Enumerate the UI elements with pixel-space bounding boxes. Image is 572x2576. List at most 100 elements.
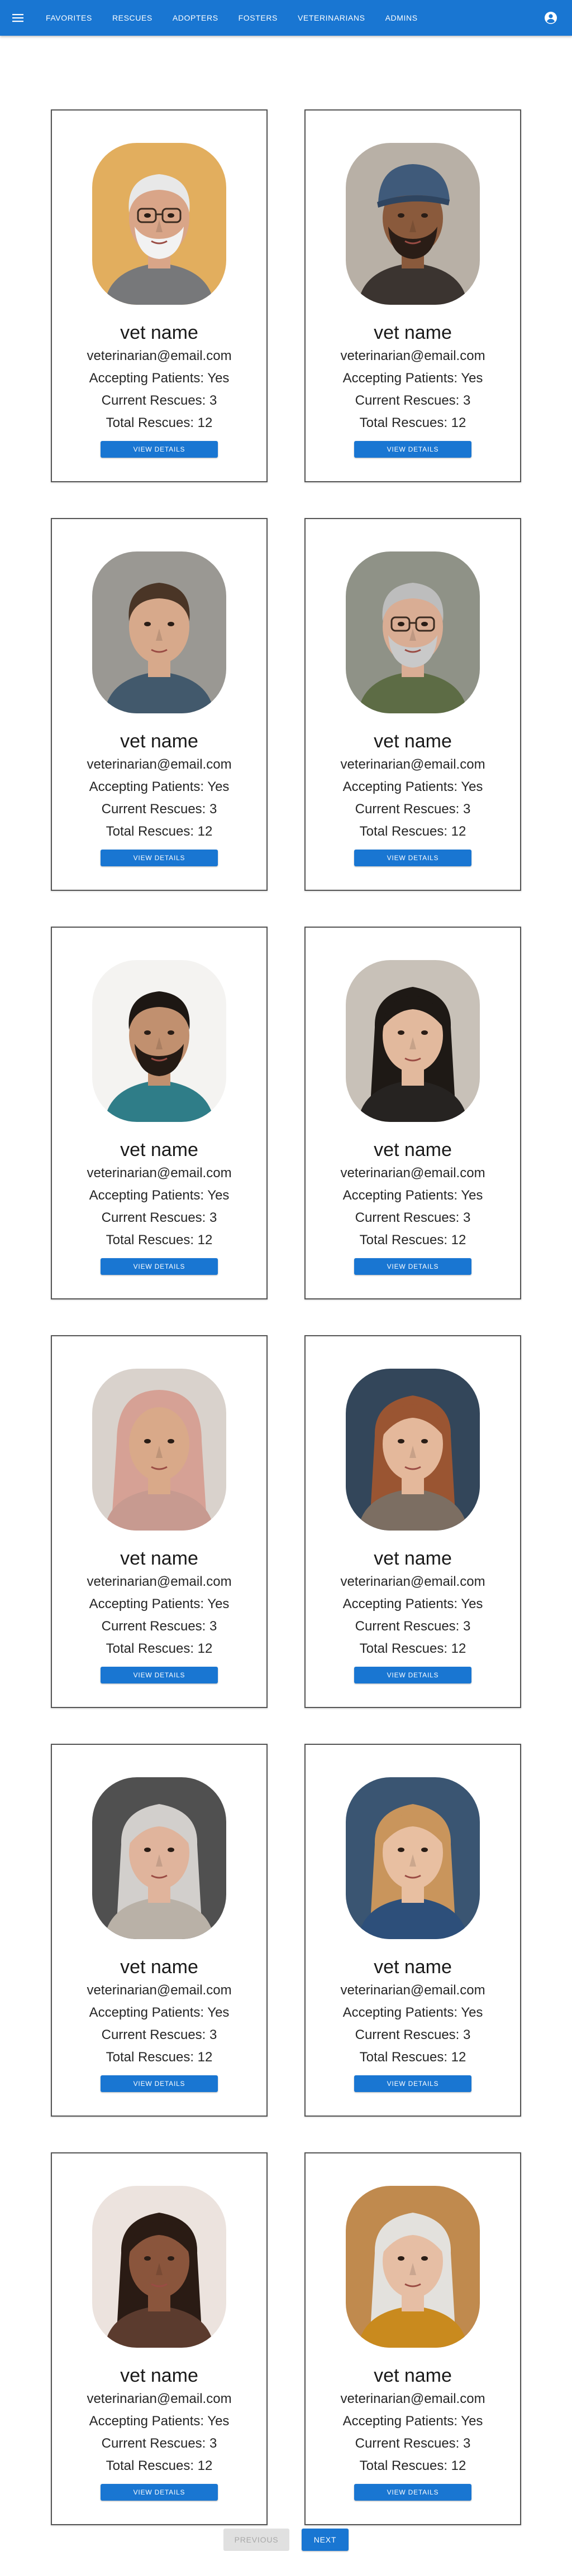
vet-photo: [346, 960, 480, 1122]
view-details-button[interactable]: View Details: [101, 1258, 218, 1275]
view-details-button[interactable]: View Details: [354, 1258, 471, 1275]
pagination: Previous Next: [0, 2529, 572, 2551]
vet-photo: [346, 551, 480, 713]
accepting-patients: Accepting Patients: Yes: [89, 1596, 230, 1611]
vet-email: veterinarian@email.com: [87, 2391, 232, 2406]
current-rescues: Current Rescues: 3: [355, 2436, 471, 2451]
current-rescues: Current Rescues: 3: [101, 1210, 217, 1225]
accepting-patients: Accepting Patients: Yes: [89, 2005, 230, 2020]
vet-card: vet name veterinarian@email.com Acceptin…: [51, 927, 268, 1299]
total-rescues: Total Rescues: 12: [106, 1641, 213, 1656]
vet-email: veterinarian@email.com: [340, 348, 485, 363]
total-rescues: Total Rescues: 12: [359, 2458, 466, 2473]
nav-admins[interactable]: Admins: [375, 0, 428, 36]
view-details-button[interactable]: View Details: [101, 2484, 218, 2501]
current-rescues: Current Rescues: 3: [101, 393, 217, 408]
nav-favorites[interactable]: Favorites: [36, 0, 102, 36]
account-button[interactable]: [544, 11, 557, 25]
vet-email: veterinarian@email.com: [340, 1983, 485, 1998]
vet-card: vet name veterinarian@email.com Acceptin…: [304, 518, 521, 891]
vet-email: veterinarian@email.com: [340, 2391, 485, 2406]
vet-photo: [346, 2186, 480, 2348]
view-details-button[interactable]: View Details: [354, 441, 471, 458]
current-rescues: Current Rescues: 3: [101, 1619, 217, 1634]
vet-name: vet name: [120, 1139, 198, 1160]
total-rescues: Total Rescues: 12: [359, 1641, 466, 1656]
vet-email: veterinarian@email.com: [340, 1165, 485, 1181]
vet-photo: [346, 1777, 480, 1939]
total-rescues: Total Rescues: 12: [106, 824, 213, 839]
next-button[interactable]: Next: [302, 2529, 349, 2551]
view-details-button[interactable]: View Details: [354, 1667, 471, 1683]
vet-name: vet name: [374, 1548, 452, 1569]
vet-email: veterinarian@email.com: [340, 1574, 485, 1589]
vet-card: vet name veterinarian@email.com Acceptin…: [304, 927, 521, 1299]
current-rescues: Current Rescues: 3: [355, 393, 471, 408]
accepting-patients: Accepting Patients: Yes: [342, 779, 483, 794]
vet-photo: [92, 2186, 226, 2348]
vet-photo: [92, 551, 226, 713]
view-details-button[interactable]: View Details: [101, 2075, 218, 2092]
current-rescues: Current Rescues: 3: [101, 802, 217, 817]
current-rescues: Current Rescues: 3: [355, 1619, 471, 1634]
vet-email: veterinarian@email.com: [87, 1574, 232, 1589]
current-rescues: Current Rescues: 3: [355, 1210, 471, 1225]
accepting-patients: Accepting Patients: Yes: [89, 779, 230, 794]
vet-card: vet name veterinarian@email.com Acceptin…: [304, 1335, 521, 1708]
accepting-patients: Accepting Patients: Yes: [342, 2005, 483, 2020]
current-rescues: Current Rescues: 3: [355, 802, 471, 817]
accepting-patients: Accepting Patients: Yes: [342, 371, 483, 386]
vet-photo: [92, 1777, 226, 1939]
total-rescues: Total Rescues: 12: [359, 824, 466, 839]
vet-email: veterinarian@email.com: [87, 1165, 232, 1181]
view-details-button[interactable]: View Details: [101, 850, 218, 866]
vet-card: vet name veterinarian@email.com Acceptin…: [51, 1335, 268, 1708]
view-details-button[interactable]: View Details: [354, 2075, 471, 2092]
vet-name: vet name: [120, 322, 198, 343]
vet-card-grid: vet name veterinarian@email.com Acceptin…: [51, 109, 521, 2525]
vet-card: vet name veterinarian@email.com Acceptin…: [304, 1744, 521, 2117]
vet-name: vet name: [120, 2365, 198, 2386]
nav-veterinarians[interactable]: Veterinarians: [288, 0, 375, 36]
menu-button[interactable]: [11, 11, 25, 25]
vet-name: vet name: [374, 2365, 452, 2386]
vet-card: vet name veterinarian@email.com Acceptin…: [51, 2152, 268, 2525]
nav-fosters[interactable]: Fosters: [228, 0, 288, 36]
accepting-patients: Accepting Patients: Yes: [89, 2414, 230, 2429]
accepting-patients: Accepting Patients: Yes: [342, 1188, 483, 1203]
vet-name: vet name: [120, 1956, 198, 1978]
total-rescues: Total Rescues: 12: [106, 1232, 213, 1248]
current-rescues: Current Rescues: 3: [355, 2027, 471, 2042]
accepting-patients: Accepting Patients: Yes: [89, 371, 230, 386]
view-details-button[interactable]: View Details: [354, 850, 471, 866]
vet-name: vet name: [374, 1139, 452, 1160]
vet-email: veterinarian@email.com: [87, 348, 232, 363]
vet-photo: [92, 960, 226, 1122]
previous-button[interactable]: Previous: [223, 2529, 289, 2551]
vet-photo: [346, 1369, 480, 1531]
vet-card: vet name veterinarian@email.com Acceptin…: [51, 1744, 268, 2117]
vet-card: vet name veterinarian@email.com Acceptin…: [304, 2152, 521, 2525]
total-rescues: Total Rescues: 12: [106, 2458, 213, 2473]
vet-photo: [92, 1369, 226, 1531]
total-rescues: Total Rescues: 12: [106, 415, 213, 430]
vet-email: veterinarian@email.com: [87, 757, 232, 772]
vet-email: veterinarian@email.com: [340, 757, 485, 772]
vet-email: veterinarian@email.com: [87, 1983, 232, 1998]
vet-name: vet name: [374, 731, 452, 752]
total-rescues: Total Rescues: 12: [359, 2050, 466, 2065]
total-rescues: Total Rescues: 12: [106, 2050, 213, 2065]
menu-icon: [12, 14, 23, 22]
account-circle-icon: [545, 12, 557, 24]
vet-name: vet name: [374, 322, 452, 343]
vet-name: vet name: [374, 1956, 452, 1978]
nav-adopters[interactable]: Adopters: [163, 0, 228, 36]
view-details-button[interactable]: View Details: [354, 2484, 471, 2501]
nav-rescues[interactable]: Rescues: [102, 0, 163, 36]
view-details-button[interactable]: View Details: [101, 441, 218, 458]
view-details-button[interactable]: View Details: [101, 1667, 218, 1683]
vet-card: vet name veterinarian@email.com Acceptin…: [51, 109, 268, 482]
vet-photo: [92, 143, 226, 305]
vet-card: vet name veterinarian@email.com Acceptin…: [51, 518, 268, 891]
total-rescues: Total Rescues: 12: [359, 1232, 466, 1248]
